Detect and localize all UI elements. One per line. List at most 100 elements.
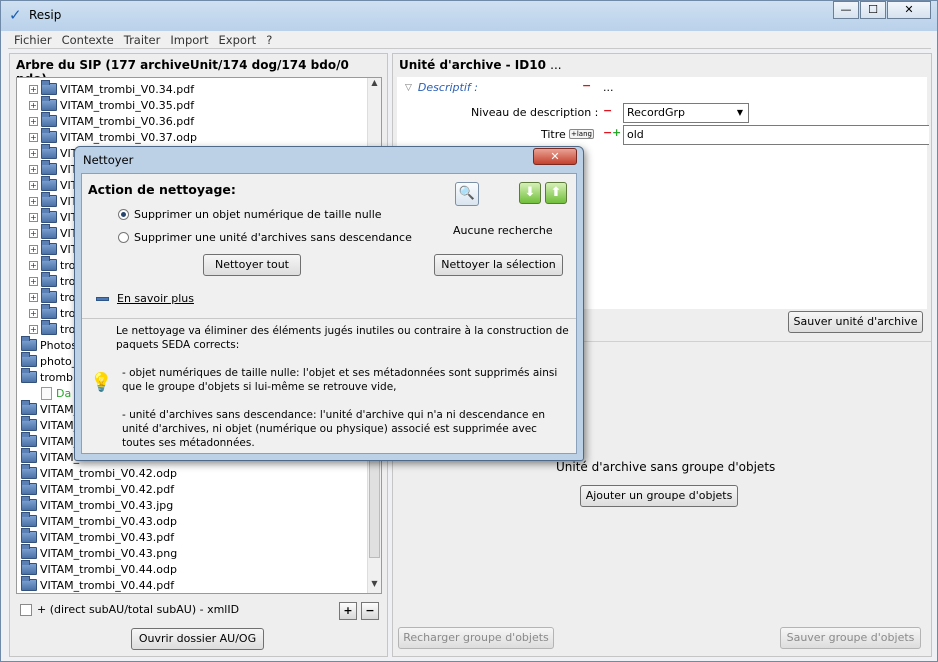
titre-add-icon[interactable]: + xyxy=(612,126,621,139)
expand-node-icon[interactable]: + xyxy=(29,260,38,270)
titre-remove-icon[interactable]: − xyxy=(603,126,612,139)
expand-node-icon[interactable]: + xyxy=(29,84,38,94)
folder-icon xyxy=(41,240,57,255)
expand-node-icon[interactable]: + xyxy=(29,308,38,318)
tree-row[interactable]: VITAM_trombi_V0.43.png xyxy=(21,544,366,561)
document-icon xyxy=(41,386,52,400)
folder-icon xyxy=(21,544,37,559)
tree-row[interactable]: VITAM_trombi_V0.43.odp xyxy=(21,512,366,529)
radio-null-size-object[interactable] xyxy=(118,209,129,220)
menu-fichier[interactable]: Fichier xyxy=(8,31,56,48)
dialog-title: Nettoyer xyxy=(83,153,134,167)
titre-input[interactable]: old xyxy=(623,125,929,145)
search-icon[interactable]: 🔍 xyxy=(455,182,479,206)
folder-icon xyxy=(21,576,37,591)
option-null-size-object[interactable]: Supprimer un objet numérique de taille n… xyxy=(118,208,382,221)
folder-icon xyxy=(21,480,37,495)
more-info-toggle[interactable]: En savoir plus xyxy=(96,292,194,305)
arrow-up-icon[interactable]: ⬆ xyxy=(545,182,567,204)
folder-icon xyxy=(21,432,37,447)
folder-icon xyxy=(21,368,37,383)
niveau-remove-icon[interactable]: − xyxy=(603,104,612,117)
expand-node-icon[interactable]: + xyxy=(29,180,38,190)
expand-node-icon[interactable]: + xyxy=(29,244,38,254)
expand-node-icon[interactable]: + xyxy=(29,100,38,110)
tree-row-label: VITAM_trombi_V0.43.odp xyxy=(40,514,177,528)
expand-node-icon[interactable]: + xyxy=(29,212,38,222)
no-object-group-text: Unité d'archive sans groupe d'objets xyxy=(556,460,776,474)
menu-help[interactable]: ? xyxy=(260,31,276,48)
niveau-description-label: Niveau de description : xyxy=(471,106,599,119)
menu-traiter[interactable]: Traiter xyxy=(118,31,165,48)
archive-unit-title: Unité d'archive - ID10 ... xyxy=(399,58,562,72)
close-window-button[interactable]: ✕ xyxy=(887,1,931,19)
tree-row[interactable]: + VITAM_trombi_V0.35.pdf xyxy=(21,96,366,113)
tree-row[interactable]: VITAM_trombi_V0.42.odp xyxy=(21,464,366,481)
expand-node-icon[interactable]: + xyxy=(29,148,38,158)
expand-plus-button[interactable]: + xyxy=(339,602,357,620)
save-object-group-button[interactable]: Sauver groupe d'objets xyxy=(780,627,921,649)
folder-icon xyxy=(41,96,57,111)
info-text: Le nettoyage va éliminer des éléments ju… xyxy=(116,324,571,450)
tree-row[interactable]: VITAM_trombi_V0.42.pdf xyxy=(21,480,366,497)
collapse-minus-button[interactable]: − xyxy=(361,602,379,620)
tree-row-label: Da xyxy=(56,386,72,400)
tree-row-label: VITAM_trombi_V0.43.png xyxy=(40,546,178,560)
tree-row[interactable]: VITAM_trombi_V0.43.jpg xyxy=(21,496,366,513)
expand-node-icon[interactable]: + xyxy=(29,132,38,142)
expand-node-icon[interactable]: + xyxy=(29,228,38,238)
xmlid-checkbox[interactable] xyxy=(20,603,32,616)
tree-row[interactable]: VITAM_trombi_V0.44.odp xyxy=(21,560,366,577)
clean-all-button[interactable]: Nettoyer tout xyxy=(203,254,301,276)
tree-row[interactable]: + VITAM_trombi_V0.34.pdf xyxy=(21,80,366,97)
collapse-icon[interactable] xyxy=(96,296,109,301)
menu-export[interactable]: Export xyxy=(213,31,261,48)
expand-node-icon[interactable]: + xyxy=(29,116,38,126)
arrow-down-icon[interactable]: ⬇ xyxy=(519,182,541,204)
folder-icon xyxy=(41,128,57,143)
minimize-button[interactable]: — xyxy=(833,1,859,19)
maximize-button[interactable]: ☐ xyxy=(860,1,886,19)
tree-row[interactable]: + VITAM_trombi_V0.36.pdf xyxy=(21,112,366,129)
descriptif-more-button[interactable]: ... xyxy=(603,81,614,94)
tree-row-label: VITAM_trombi_V0.43.pdf xyxy=(40,530,175,544)
menu-bar: Fichier Contexte Traiter Import Export ? xyxy=(8,31,931,49)
tree-row[interactable]: VITAM_trombi_V0.43.pdf xyxy=(21,528,366,545)
expand-node-icon[interactable]: + xyxy=(29,276,38,286)
menu-contexte[interactable]: Contexte xyxy=(56,31,118,48)
scroll-down-icon[interactable]: ▼ xyxy=(368,579,381,593)
chevron-down-icon[interactable]: ▽ xyxy=(405,83,412,93)
dialog-body: Action de nettoyage: Supprimer un objet … xyxy=(81,173,577,454)
clean-selection-button[interactable]: Nettoyer la sélection xyxy=(434,254,563,276)
tree-row[interactable]: VITAM_trombi_V0.44.pdf xyxy=(21,576,366,593)
tree-row[interactable]: + VITAM_trombi_V0.37.odp xyxy=(21,128,366,145)
app-checkmark-icon: ✓ xyxy=(9,6,22,24)
save-archive-unit-button[interactable]: Sauver unité d'archive xyxy=(788,311,923,333)
open-au-og-folder-button[interactable]: Ouvrir dossier AU/OG xyxy=(131,628,264,650)
dialog-close-button[interactable]: ✕ xyxy=(533,148,577,165)
expand-node-icon[interactable]: + xyxy=(29,196,38,206)
tree-row-label: VITAM_trombi_V0.44.odp xyxy=(40,562,177,576)
reload-object-group-button[interactable]: Recharger groupe d'objets xyxy=(398,627,554,649)
descriptif-label: Descriptif : xyxy=(417,81,478,94)
option-no-descendant-unit[interactable]: Supprimer une unité d'archives sans desc… xyxy=(118,231,412,244)
expand-node-icon[interactable]: + xyxy=(29,292,38,302)
folder-icon xyxy=(41,144,57,159)
add-object-group-button[interactable]: Ajouter un groupe d'objets xyxy=(580,485,738,507)
nettoyer-dialog: Nettoyer ✕ Action de nettoyage: Supprime… xyxy=(74,146,584,461)
menu-import[interactable]: Import xyxy=(164,31,212,48)
folder-icon xyxy=(41,80,57,95)
expand-node-icon[interactable]: + xyxy=(29,164,38,174)
tree-row-label: VITAM_trombi_V0.37.odp xyxy=(60,130,197,144)
sip-tree-title: Arbre du SIP (177 archiveUnit/174 dog/17… xyxy=(16,58,349,86)
descriptif-remove-button[interactable]: − xyxy=(582,79,591,92)
folder-icon xyxy=(41,304,57,319)
app-window: ✓ Resip — ☐ ✕ Fichier Contexte Traiter I… xyxy=(0,0,938,662)
expand-node-icon[interactable]: + xyxy=(29,324,38,334)
folder-icon xyxy=(41,192,57,207)
folder-icon xyxy=(21,416,37,431)
niveau-description-select[interactable]: RecordGrp ▼ xyxy=(623,103,749,123)
scroll-up-icon[interactable]: ▲ xyxy=(368,78,381,92)
radio-no-descendant-unit[interactable] xyxy=(118,232,129,243)
add-lang-button[interactable]: +lang xyxy=(569,129,594,139)
